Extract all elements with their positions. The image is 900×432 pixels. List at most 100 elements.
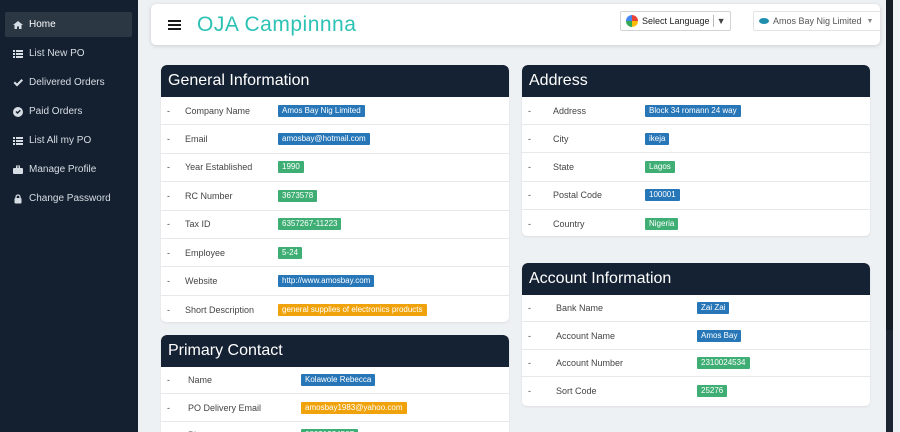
sidebar-item-home[interactable]: Home	[5, 12, 132, 37]
divider	[712, 15, 714, 27]
detail-row: -Phone08031234567	[161, 422, 509, 432]
sidebar-item-label: Manage Profile	[29, 164, 97, 175]
row-bullet: -	[528, 161, 531, 172]
sidebar-item-label: List New PO	[29, 48, 85, 59]
sidebar-item-label: Paid Orders	[29, 106, 83, 117]
card-title: Primary Contact	[161, 335, 509, 367]
field-label: Account Number	[556, 357, 624, 368]
detail-row: - Employee 5-24	[161, 239, 509, 268]
field-label: Address	[553, 105, 587, 116]
field-value-badge: 1990	[278, 161, 304, 174]
row-bullet: -	[167, 247, 170, 258]
row-bullet: -	[167, 134, 170, 145]
hamburger-menu-icon[interactable]	[168, 18, 181, 32]
detail-row: - City ikeja	[522, 125, 870, 154]
field-label: Company Name	[185, 105, 251, 116]
account-information-card: Account Information - Bank Name Zai Zai - Ac…	[522, 263, 870, 406]
field-label: RC Number	[185, 190, 233, 201]
field-label: Name	[188, 375, 213, 386]
scrollbar[interactable]	[886, 0, 893, 432]
field-label: Sort Code	[556, 385, 597, 396]
detail-row: - Email amosbay@hotmail.com	[161, 125, 509, 154]
field-label: Short Description	[185, 304, 255, 315]
list-icon	[12, 48, 23, 59]
detail-row: - Account Number 2310024534	[522, 350, 870, 378]
row-bullet: -	[167, 219, 170, 230]
field-value-badge: Amos Bay Nig Limited	[278, 104, 365, 117]
row-bullet: -	[167, 162, 170, 173]
row-bullet: -	[528, 133, 531, 144]
row-bullet: -	[528, 218, 531, 229]
row-bullet: -	[528, 190, 531, 201]
field-label: Employee	[185, 247, 226, 258]
row-bullet: -	[167, 375, 170, 386]
card-title: General Information	[161, 65, 509, 97]
sidebar: Home List New PO Delivered Orders Paid O…	[0, 0, 138, 432]
detail-row: - Short Description general supplies of el…	[161, 296, 509, 322]
detail-row: - Tax ID 6357267-11223	[161, 211, 509, 239]
sidebar-item-manage-profile[interactable]: Manage Profile	[5, 157, 132, 182]
row-bullet: -	[528, 357, 531, 368]
field-value-badge: Amos Bay	[697, 329, 742, 342]
check-icon	[12, 77, 23, 88]
language-selector[interactable]: Select Language ▼	[620, 11, 731, 31]
lock-icon	[12, 193, 23, 204]
detail-row: - State Lagos	[522, 153, 870, 182]
field-label: Email	[185, 134, 208, 145]
row-bullet: -	[167, 190, 170, 201]
field-label: Tax ID	[185, 219, 211, 230]
field-label: City	[553, 133, 569, 144]
detail-row: - Year Established 1990	[161, 154, 509, 183]
field-value-badge: 25276	[697, 384, 728, 397]
field-value-badge: general supplies of electronics products	[278, 303, 427, 316]
row-bullet: -	[528, 385, 531, 396]
detail-row: - Name Kolawole Rebecca	[161, 367, 509, 395]
sidebar-item-label: Delivered Orders	[29, 77, 105, 88]
sidebar-item-delivered-orders[interactable]: Delivered Orders	[5, 70, 132, 95]
sidebar-item-paid-orders[interactable]: Paid Orders	[5, 99, 132, 124]
home-icon	[12, 19, 23, 30]
user-menu-dropdown[interactable]: Amos Bay Nig Limited ▼	[753, 11, 881, 31]
detail-row: - PO Delivery Email amosbay1983@yahoo.com	[161, 394, 509, 422]
field-value-badge: Lagos	[645, 160, 675, 173]
field-label: Year Established	[185, 162, 253, 173]
detail-row: - Company Name Amos Bay Nig Limited	[161, 97, 509, 126]
field-value-badge: ikeja	[645, 132, 670, 145]
primary-contact-card: Primary Contact - Name Kolawole Rebecca - PO…	[161, 335, 509, 432]
sidebar-item-label: Home	[29, 19, 56, 30]
dropdown-arrow-icon: ▼	[716, 16, 726, 26]
field-label: Country	[553, 218, 585, 229]
detail-row: - Sort Code 25276	[522, 377, 870, 404]
address-card: Address - Address Block 34 romann 24 way - C…	[522, 65, 870, 236]
row-bullet: -	[167, 105, 170, 116]
chevron-down-icon: ▼	[866, 17, 874, 25]
check-circle-icon	[12, 106, 23, 117]
general-information-card: General Information - Company Name Amos Ba…	[161, 65, 509, 322]
detail-row: - Account Name Amos Bay	[522, 322, 870, 350]
row-bullet: -	[167, 276, 170, 287]
row-bullet: -	[528, 330, 531, 341]
field-value-badge: 2310024534	[697, 356, 750, 369]
field-label: State	[553, 161, 575, 172]
scrollbar-thumb[interactable]	[886, 0, 893, 330]
detail-row: - Bank Name Zai Zai	[522, 295, 870, 323]
detail-row: - Postal Code 100001	[522, 182, 870, 210]
field-value-badge: 3673578	[278, 189, 318, 202]
field-value-badge: 100001	[645, 189, 680, 202]
sidebar-item-label: List All my PO	[29, 135, 92, 146]
sidebar-item-list-all-po[interactable]: List All my PO	[5, 128, 132, 153]
detail-row: - Address Block 34 romann 24 way	[522, 97, 870, 126]
top-bar: OJA Campinnna Select Language ▼ Amos Bay…	[151, 4, 881, 45]
field-label: PO Delivery Email	[188, 402, 262, 413]
sidebar-item-list-new-po[interactable]: List New PO	[5, 41, 132, 66]
sidebar-item-change-password[interactable]: Change Password	[5, 186, 132, 211]
card-title: Account Information	[522, 263, 870, 295]
field-value-badge: Kolawole Rebecca	[301, 374, 376, 387]
company-logo-icon	[759, 18, 769, 24]
detail-row: - Website http://www.amosbay.com	[161, 267, 509, 296]
field-label: Postal Code	[553, 190, 603, 201]
row-bullet: -	[167, 402, 170, 413]
detail-row: - Country Nigeria	[522, 210, 870, 236]
sidebar-item-label: Change Password	[29, 193, 111, 204]
list-icon	[12, 135, 23, 146]
